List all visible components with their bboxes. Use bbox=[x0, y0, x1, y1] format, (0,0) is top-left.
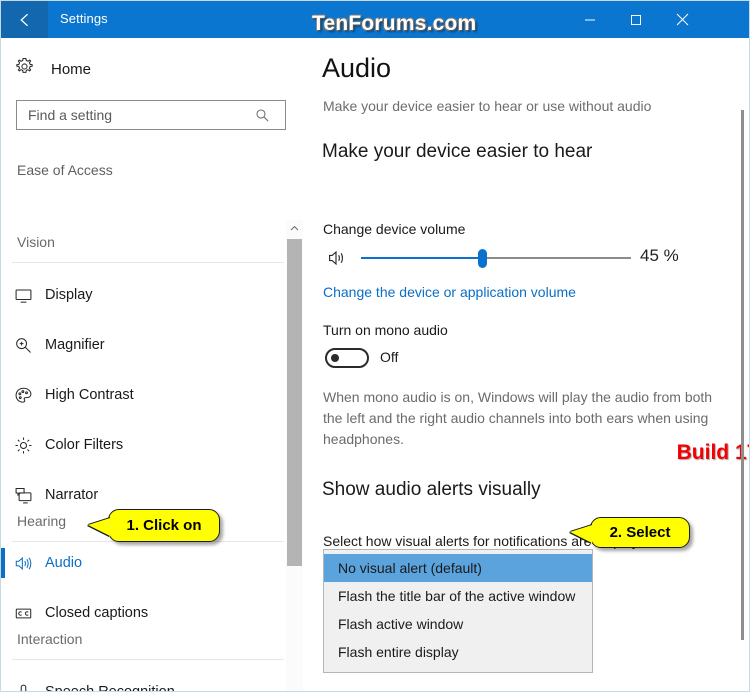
dropdown-option[interactable]: Flash active window bbox=[324, 610, 592, 638]
volume-slider[interactable] bbox=[361, 249, 631, 268]
sidebar-item-label: Magnifier bbox=[45, 337, 105, 353]
callout-click-on: 1. Click on bbox=[88, 509, 220, 542]
volume-row: 45 % bbox=[323, 243, 743, 273]
back-button[interactable] bbox=[1, 1, 48, 38]
sidebar-scrollbar[interactable] bbox=[286, 220, 303, 691]
sidebar-item-label: Narrator bbox=[45, 487, 99, 503]
main-content: Audio Make your device easier to hear or… bbox=[304, 38, 749, 691]
close-icon bbox=[676, 13, 689, 26]
sidebar-item-audio[interactable]: Audio bbox=[1, 548, 291, 578]
sidebar-item-speech-recognition[interactable]: Speech Recognition bbox=[1, 677, 291, 692]
section-title-hearing: Make your device easier to hear bbox=[322, 141, 593, 162]
title-bar: Settings bbox=[1, 1, 749, 38]
sidebar: Home Ease of Access Vision bbox=[1, 38, 303, 692]
sidebar-item-label: Display bbox=[45, 287, 93, 303]
back-arrow-icon bbox=[15, 10, 35, 30]
volume-label: Change device volume bbox=[323, 221, 466, 237]
sidebar-item-label: Audio bbox=[45, 555, 83, 571]
callout-label: 1. Click on bbox=[126, 517, 202, 534]
close-button[interactable] bbox=[659, 1, 705, 38]
scroll-up-icon[interactable] bbox=[286, 220, 303, 237]
sidebar-item-high-contrast[interactable]: High Contrast bbox=[1, 380, 291, 410]
dropdown-option[interactable]: Flash entire display bbox=[324, 638, 592, 666]
sidebar-scrollbar-thumb[interactable] bbox=[287, 239, 302, 566]
callout-tail bbox=[570, 524, 592, 543]
content-scrollbar-thumb[interactable] bbox=[741, 110, 744, 640]
maximize-button[interactable] bbox=[613, 1, 659, 38]
sidebar-item-narrator[interactable]: Narrator bbox=[1, 480, 291, 510]
speaker-icon bbox=[328, 248, 350, 268]
sidebar-item-closed-captions[interactable]: Closed captions bbox=[1, 598, 291, 628]
sidebar-item-magnifier[interactable]: Magnifier bbox=[1, 330, 291, 360]
sidebar-item-display[interactable]: Display bbox=[1, 280, 291, 310]
sidebar-item-label: High Contrast bbox=[45, 387, 134, 403]
sidebar-item-label: Speech Recognition bbox=[45, 684, 175, 692]
dropdown-option[interactable]: No visual alert (default) bbox=[324, 554, 592, 582]
search-box[interactable] bbox=[16, 100, 286, 130]
page-title: Audio bbox=[322, 53, 392, 83]
sidebar-item-color-filters[interactable]: Color Filters bbox=[1, 430, 291, 460]
minimize-button[interactable] bbox=[567, 1, 613, 38]
group-divider bbox=[12, 262, 284, 263]
sidebar-nav-pane: Vision Display Magnifier High Contrast C… bbox=[1, 188, 303, 692]
change-device-volume-link[interactable]: Change the device or application volume bbox=[323, 284, 576, 300]
callout-label: 2. Select bbox=[609, 524, 671, 541]
monitor-icon bbox=[1, 286, 45, 305]
section-title-alerts: Show audio alerts visually bbox=[322, 479, 541, 500]
sidebar-group-vision: Vision bbox=[17, 234, 55, 250]
sidebar-group-hearing: Hearing bbox=[17, 513, 67, 529]
narrator-icon bbox=[1, 486, 45, 505]
palette-icon bbox=[1, 386, 45, 405]
minimize-icon bbox=[584, 14, 596, 26]
brightness-icon bbox=[1, 436, 45, 455]
volume-value: 45 % bbox=[640, 246, 679, 265]
magnifier-icon bbox=[1, 336, 45, 355]
sidebar-group-interaction: Interaction bbox=[17, 631, 83, 647]
callout-select: 2. Select bbox=[570, 517, 690, 548]
volume-slider-thumb[interactable] bbox=[478, 249, 487, 268]
microphone-icon bbox=[1, 683, 45, 691]
search-icon bbox=[249, 108, 275, 123]
toggle-knob bbox=[331, 354, 339, 362]
gear-icon bbox=[15, 57, 34, 81]
sidebar-item-home[interactable]: Home bbox=[15, 57, 91, 81]
callout-tail bbox=[88, 517, 110, 536]
maximize-icon bbox=[630, 14, 642, 26]
speaker-icon bbox=[1, 554, 45, 573]
search-input[interactable] bbox=[17, 102, 249, 128]
mono-audio-toggle[interactable] bbox=[325, 348, 369, 368]
sidebar-home-label: Home bbox=[51, 60, 92, 78]
window-title: Settings bbox=[60, 11, 108, 26]
sidebar-category-title: Ease of Access bbox=[17, 162, 113, 178]
sidebar-item-label: Color Filters bbox=[45, 437, 124, 453]
volume-slider-fill bbox=[361, 257, 483, 259]
dropdown-option[interactable]: Flash the title bar of the active window bbox=[324, 582, 592, 610]
sidebar-item-label: Closed captions bbox=[45, 605, 149, 621]
group-divider bbox=[12, 659, 284, 660]
content-scrollbar[interactable] bbox=[739, 38, 747, 691]
visual-alerts-dropdown[interactable]: No visual alert (default) Flash the titl… bbox=[323, 549, 593, 673]
page-subtitle: Make your device easier to hear or use w… bbox=[323, 98, 652, 114]
mono-audio-description: When mono audio is on, Windows will play… bbox=[323, 389, 713, 447]
settings-window: Settings TenForums.com Home Find a setti… bbox=[0, 0, 750, 692]
mono-audio-label: Turn on mono audio bbox=[323, 322, 448, 338]
mono-audio-state: Off bbox=[380, 349, 399, 365]
closed-captions-icon bbox=[1, 604, 45, 623]
